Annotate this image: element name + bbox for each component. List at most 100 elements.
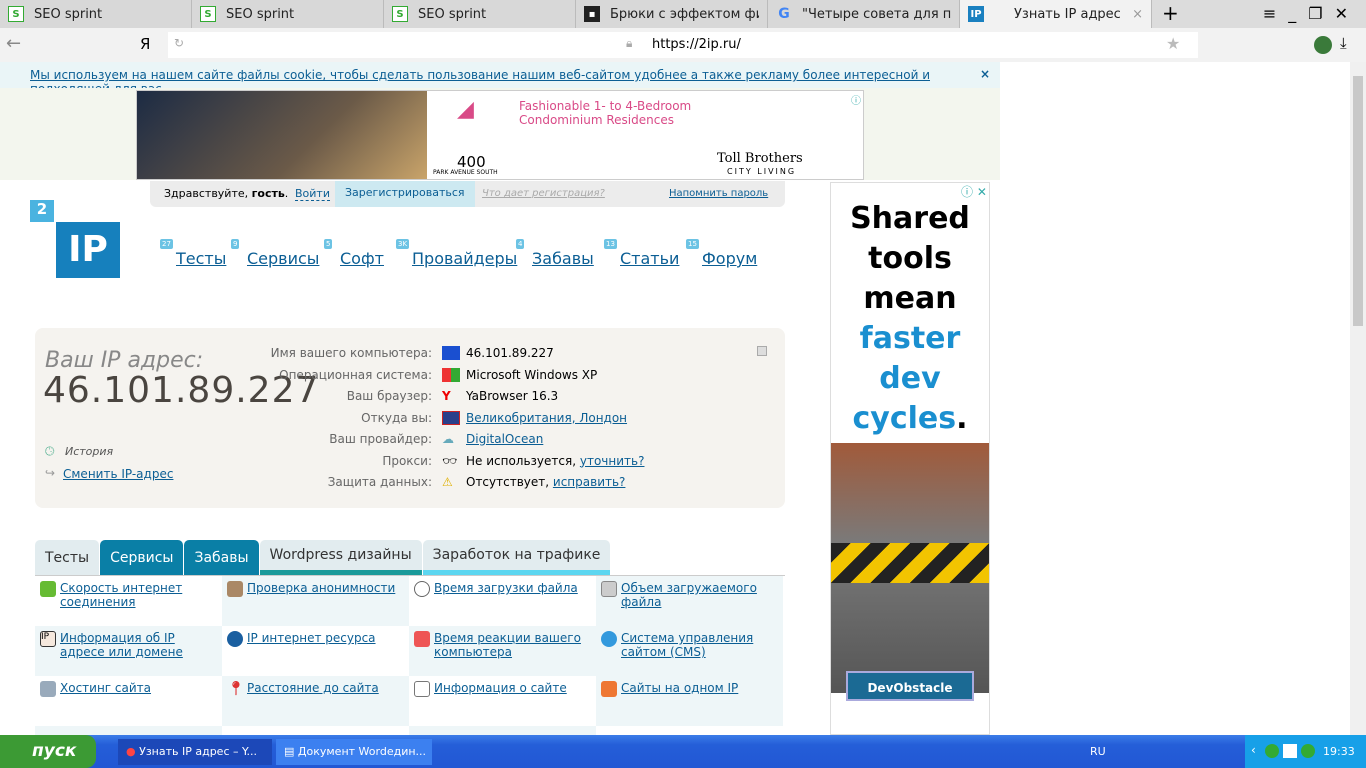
yandex-browser-icon: ●: [126, 745, 136, 758]
start-button[interactable]: пуск: [0, 735, 96, 768]
close-tab-icon[interactable]: ×: [1132, 7, 1143, 22]
window-controls[interactable]: ≡_❐✕: [1263, 0, 1366, 28]
system-tray: ‹ 19:33: [1245, 735, 1366, 768]
nav-forum[interactable]: 15 Форум: [686, 239, 757, 268]
tab-tests[interactable]: Тесты: [35, 540, 100, 575]
reaction-time-icon: [414, 631, 430, 647]
browser-tab-active[interactable]: IP Узнать IP адрес ×: [960, 0, 1152, 28]
nav-services[interactable]: 9 Сервисы: [231, 239, 319, 268]
side-ad[interactable]: ⓘ ✕ Shared tools mean faster dev cycles. De…: [830, 182, 990, 735]
tab-fun[interactable]: Забавы: [184, 540, 259, 575]
ip-resource-icon: [227, 631, 243, 647]
service-item: Объем загружаемого файла: [596, 576, 783, 626]
sites-icon: [601, 681, 617, 697]
remind-password-link[interactable]: Напомнить пароль: [669, 188, 768, 199]
proxy-clarify-link[interactable]: уточнить?: [580, 454, 645, 468]
document-icon: [414, 681, 430, 697]
word-icon: ▤: [284, 745, 295, 758]
ad-button[interactable]: DevObstacle: [846, 671, 974, 701]
new-tab-icon[interactable]: +: [1152, 0, 1189, 28]
nav-software[interactable]: 5 Софт: [324, 239, 384, 268]
clock: 19:33: [1323, 745, 1355, 758]
info-row-location: Откуда вы: Великобритания, Лондон: [361, 410, 628, 425]
browser-tab[interactable]: S SEO sprint: [192, 0, 384, 28]
why-register-link[interactable]: Что дает регистрация?: [482, 188, 605, 199]
login-link[interactable]: Войти: [295, 187, 330, 201]
tab-wordpress[interactable]: Wordpress дизайны: [259, 540, 422, 575]
info-row-provider: Ваш провайдер: ☁ DigitalOcean: [329, 431, 544, 446]
protection-fix-link[interactable]: исправить?: [553, 475, 626, 489]
history-link[interactable]: История: [65, 445, 113, 458]
utorrent-icon[interactable]: [1301, 744, 1315, 758]
service-item: Система управления сайтом (CMS): [596, 626, 783, 676]
cookie-notice: Мы используем на нашем сайте файлы cooki…: [0, 62, 1000, 96]
top-ad-banner[interactable]: ◢ 400 PARK AVENUE SOUTH Fashionable 1- t…: [136, 90, 864, 180]
change-ip-link[interactable]: Сменить IP-адрес: [63, 467, 173, 481]
provider-link[interactable]: DigitalOcean: [466, 432, 543, 446]
section-tabs: Тесты Сервисы Забавы Wordpress дизайны З…: [35, 540, 611, 575]
taskbar-item-browser[interactable]: ● Узнать IP адрес – Y...: [118, 739, 272, 765]
greeting: Здравствуйте, гость.: [164, 187, 289, 200]
ad-headline: Fashionable 1- to 4-Bedroom Condominium …: [519, 99, 692, 127]
auth-bar: Здравствуйте, гость. Войти Зарегистриров…: [150, 181, 785, 207]
back-icon[interactable]: ←: [6, 33, 21, 54]
service-item: Сайты на одном IP: [596, 676, 783, 726]
nav-fun[interactable]: 4 Забавы: [516, 239, 594, 268]
info-row-proxy: Прокси: 👓︎ Не используется, уточнить?: [382, 453, 645, 468]
tab-services[interactable]: Сервисы: [100, 540, 184, 575]
seosprint-icon: S: [200, 6, 216, 22]
url-bar[interactable]: ↻ 🔒︎ https://2ip.ru/ ★: [168, 32, 1198, 58]
2ip-icon: IP: [968, 6, 984, 22]
nav-providers[interactable]: 3K Провайдеры: [396, 239, 517, 268]
service-item: IP интернет ресурса: [222, 626, 409, 676]
ad-image: [137, 91, 427, 179]
bookmark-star-icon[interactable]: ★: [1166, 34, 1180, 53]
nav-articles[interactable]: 13 Статьи: [604, 239, 679, 268]
service-item: Время реакции вашего компьютера: [409, 626, 596, 676]
adchoices-icon[interactable]: ⓘ: [851, 92, 861, 107]
tray-app-icon[interactable]: [1265, 744, 1279, 758]
tab-traffic[interactable]: Заработок на трафике: [422, 540, 611, 575]
url-text[interactable]: https://2ip.ru/: [652, 37, 741, 52]
clock-icon: 🕓︎: [45, 444, 55, 458]
services-grid: Скорость интернет соединения Проверка ан…: [35, 576, 785, 746]
ad-advertiser: Toll Brothers: [717, 151, 803, 166]
windows-icon: [442, 367, 460, 382]
ip-info-icon: IP: [40, 631, 56, 647]
globe-icon[interactable]: [1314, 36, 1332, 54]
reload-icon[interactable]: ↻: [174, 36, 184, 50]
service-item: Скорость интернет соединения: [35, 576, 222, 626]
uk-flag-icon: [442, 410, 460, 425]
anonymity-icon: [227, 581, 243, 597]
browser-tab[interactable]: ▪Брюки с эффектом фитнес: [576, 0, 768, 28]
download-icon[interactable]: ⤓: [1340, 34, 1347, 52]
yandex-browser-icon: Y: [442, 388, 451, 403]
yandex-button[interactable]: Я: [140, 35, 150, 53]
browser-tab[interactable]: S SEO sprint: [384, 0, 576, 28]
language-indicator[interactable]: RU: [1090, 745, 1106, 758]
browser-tab[interactable]: G"Четыре совета для подгот: [768, 0, 960, 28]
browser-tab[interactable]: S SEO sprint: [0, 0, 192, 28]
network-icon[interactable]: [1283, 744, 1297, 758]
taskbar-item-word[interactable]: ▤ Документ Wordедин...: [276, 739, 432, 765]
register-button[interactable]: Зарегистрироваться: [335, 181, 475, 207]
warning-icon: ⚠: [442, 474, 453, 489]
service-item: Информация о сайте: [409, 676, 596, 726]
info-row-browser: Ваш браузер: Y YaBrowser 16.3: [346, 388, 559, 403]
hosting-icon: [40, 681, 56, 697]
site-logo[interactable]: 2 IP: [30, 200, 120, 278]
adchoices-icon[interactable]: ⓘ ✕: [961, 183, 987, 200]
speed-icon: [40, 581, 56, 597]
service-item: 📍︎ Расстояние до сайта: [222, 676, 409, 726]
location-link[interactable]: Великобритания, Лондон: [466, 411, 627, 425]
nav-tests[interactable]: 27 Тесты: [160, 239, 226, 268]
logo-2: 2: [30, 200, 54, 222]
tray-expand-icon[interactable]: ‹: [1251, 743, 1256, 757]
service-item: IP Информация об IP адресе или домене: [35, 626, 222, 676]
scrollbar[interactable]: [1350, 62, 1366, 735]
close-cookie-icon[interactable]: ×: [980, 67, 990, 81]
glasses-icon: 👓︎: [442, 453, 458, 468]
arrow-icon: ↪: [45, 466, 56, 480]
info-row-os: Операционная система: Microsoft Windows X…: [279, 367, 598, 382]
service-item: Хостинг сайта: [35, 676, 222, 726]
